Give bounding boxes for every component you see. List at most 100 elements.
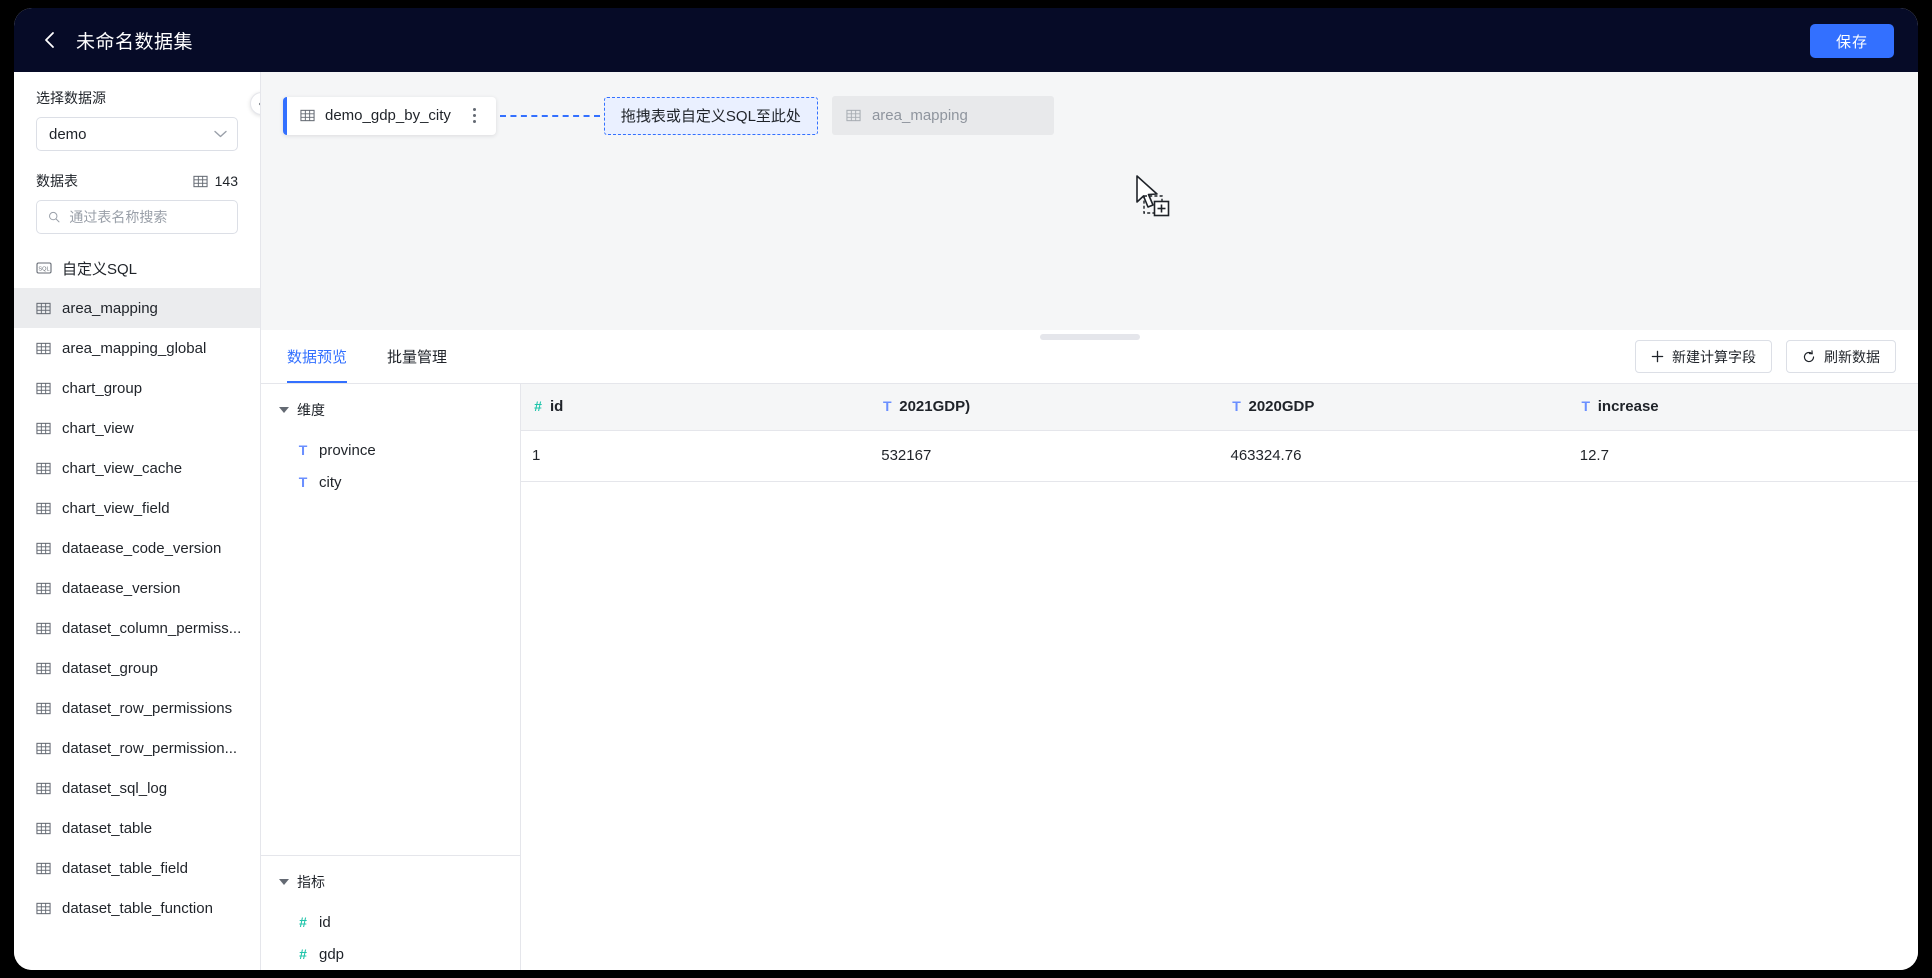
sidebar: 选择数据源 demo 数据表 143 通过表名称搜索 SQL 自定义SQL ar… — [14, 72, 261, 970]
table-icon-wrap — [36, 861, 52, 876]
table-icon — [36, 662, 51, 674]
sidebar-item-dataset-group[interactable]: dataset_group — [14, 648, 260, 688]
sidebar-item-chart-view-field[interactable]: chart_view_field — [14, 488, 260, 528]
table-header-row: # id T 2021GDP) T 2020GDP Tincrease — [521, 384, 1918, 431]
node-more-menu-icon[interactable] — [467, 106, 483, 126]
datasource-select[interactable]: demo — [36, 117, 238, 151]
table-icon — [36, 822, 51, 834]
field-label: city — [319, 473, 342, 491]
union-node-row: demo_gdp_by_city 拖拽表或自定义SQL至此处 area_mapp… — [283, 96, 1918, 135]
dimension-group: 维度 Tprovince Tcity — [261, 384, 520, 498]
sidebar-item-dataset-column-permiss-[interactable]: dataset_column_permiss... — [14, 608, 260, 648]
field-panel: 维度 Tprovince Tcity 指标 # id # gdp — [261, 384, 521, 970]
sidebar-item-dataset-table[interactable]: dataset_table — [14, 808, 260, 848]
table-icon — [846, 109, 861, 122]
sidebar-item-chart-view[interactable]: chart_view — [14, 408, 260, 448]
field-label: gdp — [319, 945, 345, 963]
refresh-data-label: 刷新数据 — [1824, 348, 1880, 365]
sidebar-item-dataset-sql-log[interactable]: dataset_sql_log — [14, 768, 260, 808]
sidebar-item-chart-view-cache[interactable]: chart_view_cache — [14, 448, 260, 488]
preview-table: # id T 2021GDP) T 2020GDP Tincrease 1 532167 463… — [521, 384, 1918, 482]
union-connector — [499, 114, 600, 117]
sidebar-item-chart-group[interactable]: chart_group — [14, 368, 260, 408]
column-header-2021GDP)[interactable]: T 2021GDP) — [870, 384, 1220, 431]
table-cell: 532167 — [870, 430, 1220, 482]
back-button[interactable] — [36, 27, 62, 53]
sidebar-collapse-button[interactable] — [250, 92, 260, 115]
search-icon — [49, 211, 60, 223]
dimension-group-header[interactable]: 维度 — [261, 400, 520, 420]
table-icon — [193, 175, 208, 187]
dropzone-label: 拖拽表或自定义SQL至此处 — [620, 108, 801, 125]
table-icon-wrap — [36, 461, 52, 476]
table-icon — [300, 108, 315, 123]
sidebar-item-area-mapping[interactable]: area_mapping — [14, 288, 260, 328]
new-calculated-field-button[interactable]: 新建计算字段 — [1635, 340, 1772, 373]
refresh-icon — [1803, 349, 1815, 362]
sidebar-item-label: 自定义SQL — [62, 260, 138, 278]
search-box[interactable] — [36, 200, 238, 234]
table-cell: 12.7 — [1568, 430, 1918, 482]
table-icon — [36, 702, 51, 714]
sidebar-item-label: dataset_column_permiss... — [62, 619, 242, 637]
tables-count-wrap: 143 — [193, 173, 238, 189]
table-icon — [36, 342, 51, 354]
svg-text:SQL: SQL — [38, 267, 49, 273]
field-label: province — [319, 441, 376, 459]
metric-group: 指标 # id # gdp — [261, 855, 520, 970]
dimension-group-title: 维度 — [297, 402, 325, 418]
table-icon — [36, 502, 51, 514]
tab-label: 数据预览 — [287, 349, 348, 366]
number-type-icon: # — [299, 946, 307, 962]
column-header-label: 2020GDP — [1248, 398, 1315, 416]
column-header-id[interactable]: # id — [521, 384, 871, 431]
tables-label: 数据表 — [36, 173, 78, 189]
app-body: 选择数据源 demo 数据表 143 通过表名称搜索 SQL 自定义SQL ar… — [14, 72, 1918, 970]
table-icon — [36, 782, 51, 794]
caret-down-icon — [279, 407, 289, 413]
tab-data-preview[interactable]: 数据预览 — [287, 330, 348, 383]
dimension-field-city[interactable]: Tcity — [261, 466, 520, 498]
number-type-icon: # — [534, 398, 542, 415]
panel-resize-handle[interactable] — [1039, 334, 1140, 340]
save-button[interactable]: 保存 — [1809, 24, 1894, 58]
table-icon-wrap — [36, 821, 52, 836]
tab-batch-manage[interactable]: 批量管理 — [387, 330, 447, 383]
sidebar-item-label: dataease_version — [62, 579, 181, 597]
sidebar-item-label: dataset_sql_log — [62, 779, 168, 797]
metric-field-id[interactable]: # id — [261, 906, 520, 938]
sidebar-item-area-mapping-global[interactable]: area_mapping_global — [14, 328, 260, 368]
sidebar-item-dataease-version[interactable]: dataease_version — [14, 568, 260, 608]
column-header-label: 2021GDP) — [899, 398, 971, 416]
table-node-demo-gdp-by-city[interactable]: demo_gdp_by_city — [283, 96, 496, 135]
sidebar-item-dataset-table-field[interactable]: dataset_table_field — [14, 848, 260, 888]
sidebar-item-dataease-code-version[interactable]: dataease_code_version — [14, 528, 260, 568]
table-dropzone[interactable]: 拖拽表或自定义SQL至此处 — [603, 96, 818, 135]
metric-group-header[interactable]: 指标 — [261, 872, 520, 892]
dragging-table-ghost: area_mapping — [831, 96, 1054, 135]
text-type-icon: T — [298, 442, 308, 458]
column-header-increase[interactable]: Tincrease — [1568, 384, 1918, 431]
panes: 维度 Tprovince Tcity 指标 # id # gdp # id T … — [261, 384, 1918, 970]
sidebar-item-dataset-row-permission-[interactable]: dataset_row_permission... — [14, 728, 260, 768]
sidebar-item-label: chart_view — [62, 419, 134, 437]
dimension-field-province[interactable]: Tprovince — [261, 434, 520, 466]
app-window: 未命名数据集 保存 选择数据源 demo 数据表 143 通过表名称搜索 SQL… — [14, 8, 1918, 970]
column-header-2020GDP[interactable]: T 2020GDP — [1219, 384, 1569, 431]
table-node-label: demo_gdp_by_city — [325, 107, 451, 124]
sidebar-item-dataset-table-function[interactable]: dataset_table_function — [14, 888, 260, 928]
table-icon-wrap — [36, 301, 52, 316]
metric-field-gdp[interactable]: # gdp — [261, 938, 520, 970]
table-list[interactable]: SQL 自定义SQL area_mapping area_mapping_glob… — [14, 248, 260, 940]
sidebar-item-label: chart_group — [62, 379, 143, 397]
number-type-icon: # — [299, 914, 307, 930]
refresh-data-button[interactable]: 刷新数据 — [1786, 340, 1896, 373]
datasource-label: 选择数据源 — [36, 90, 106, 106]
sidebar-item-dataset-row-permissions[interactable]: dataset_row_permissions — [14, 688, 260, 728]
sidebar-item-custom-sql[interactable]: SQL 自定义SQL — [14, 248, 260, 288]
union-canvas[interactable]: demo_gdp_by_city 拖拽表或自定义SQL至此处 area_mapp… — [261, 72, 1918, 340]
drag-copy-cursor-icon — [1135, 175, 1175, 224]
chevron-left-icon — [44, 32, 54, 48]
text-type-icon: T — [298, 474, 308, 490]
search-input[interactable] — [69, 209, 226, 225]
